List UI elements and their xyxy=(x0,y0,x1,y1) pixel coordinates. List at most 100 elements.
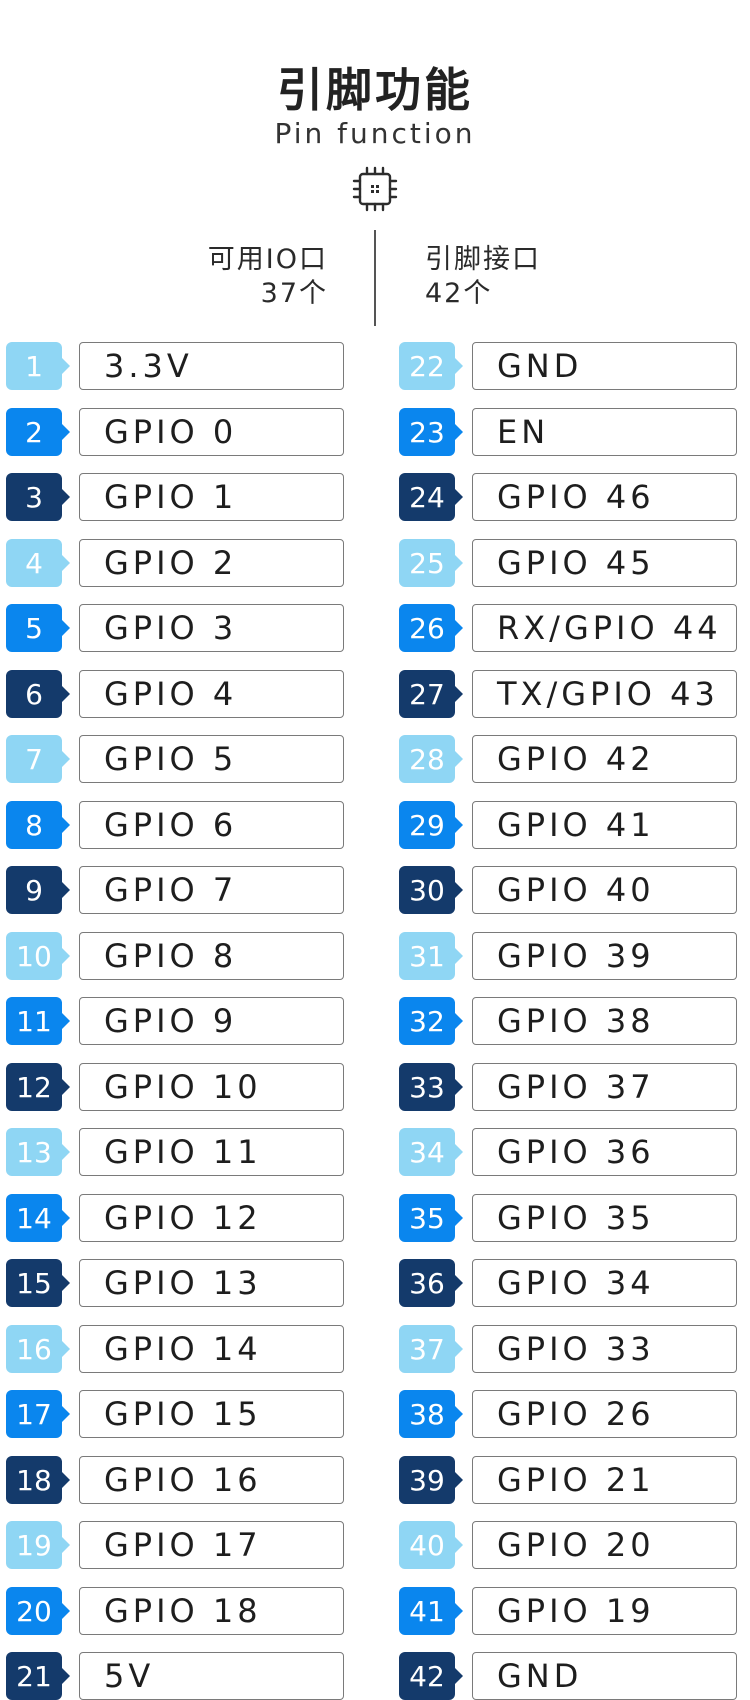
pin-interface-count: 42个 xyxy=(425,278,493,309)
pin-function-label: GPIO 45 xyxy=(472,539,737,587)
pin-row: 30 GPIO 40 xyxy=(399,866,741,914)
pin-function-label: GPIO 8 xyxy=(79,932,344,980)
pin-function-label: GPIO 26 xyxy=(472,1390,737,1438)
pin-row: 12 GPIO 10 xyxy=(6,1063,348,1111)
pin-row: 23 EN xyxy=(399,408,741,456)
pin-number-badge: 5 xyxy=(6,604,70,652)
pin-row: 28 GPIO 42 xyxy=(399,735,741,783)
pin-row: 42 GND xyxy=(399,1652,741,1700)
pin-number-badge: 10 xyxy=(6,932,70,980)
pin-number-badge: 15 xyxy=(6,1259,70,1307)
pin-row: 25 GPIO 45 xyxy=(399,539,741,587)
pin-row: 41 GPIO 19 xyxy=(399,1587,741,1635)
pin-function-label: GPIO 40 xyxy=(472,866,737,914)
pin-function-label: GPIO 0 xyxy=(79,408,344,456)
pin-number-badge: 8 xyxy=(6,801,70,849)
pin-row: 31 GPIO 39 xyxy=(399,932,741,980)
pin-number-badge: 21 xyxy=(6,1652,70,1700)
available-io-stat: 可用IO口 37个 xyxy=(208,243,328,311)
pin-function-label: GPIO 6 xyxy=(79,801,344,849)
pin-function-label: GPIO 12 xyxy=(79,1194,344,1242)
page-title: 引脚功能 xyxy=(277,63,473,117)
pin-row: 38 GPIO 26 xyxy=(399,1390,741,1438)
pin-row: 3 GPIO 1 xyxy=(6,473,348,521)
pin-row: 26 RX/GPIO 44 xyxy=(399,604,741,652)
pin-function-label: GPIO 13 xyxy=(79,1259,344,1307)
pin-function-label: GPIO 33 xyxy=(472,1325,737,1373)
pin-row: 29 GPIO 41 xyxy=(399,801,741,849)
pin-function-label: GPIO 36 xyxy=(472,1128,737,1176)
pin-row: 36 GPIO 34 xyxy=(399,1259,741,1307)
pin-function-label: GPIO 5 xyxy=(79,735,344,783)
pin-number-badge: 26 xyxy=(399,604,463,652)
pin-number-badge: 9 xyxy=(6,866,70,914)
pin-number-badge: 25 xyxy=(399,539,463,587)
pin-number-badge: 34 xyxy=(399,1128,463,1176)
pin-function-label: 5V xyxy=(79,1652,344,1700)
pin-row: 2 GPIO 0 xyxy=(6,408,348,456)
pin-number-badge: 35 xyxy=(399,1194,463,1242)
pin-row: 24 GPIO 46 xyxy=(399,473,741,521)
pin-number-badge: 13 xyxy=(6,1128,70,1176)
pin-number-badge: 36 xyxy=(399,1259,463,1307)
pin-row: 19 GPIO 17 xyxy=(6,1521,348,1569)
pin-number-badge: 4 xyxy=(6,539,70,587)
pin-number-badge: 23 xyxy=(399,408,463,456)
pin-function-label: GPIO 17 xyxy=(79,1521,344,1569)
pin-row: 21 5V xyxy=(6,1652,348,1700)
pin-row: 15 GPIO 13 xyxy=(6,1259,348,1307)
pin-row: 7 GPIO 5 xyxy=(6,735,348,783)
pin-row: 22 GND xyxy=(399,342,741,390)
pin-number-badge: 33 xyxy=(399,1063,463,1111)
pin-function-label: GPIO 4 xyxy=(79,670,344,718)
pin-number-badge: 7 xyxy=(6,735,70,783)
pin-function-label: GPIO 46 xyxy=(472,473,737,521)
pin-number-badge: 1 xyxy=(6,342,70,390)
pin-number-badge: 38 xyxy=(399,1390,463,1438)
pin-number-badge: 31 xyxy=(399,932,463,980)
pin-row: 16 GPIO 14 xyxy=(6,1325,348,1373)
pin-row: 10 GPIO 8 xyxy=(6,932,348,980)
pin-function-label: GPIO 41 xyxy=(472,801,737,849)
pin-row: 27 TX/GPIO 43 xyxy=(399,670,741,718)
pin-function-label: GPIO 7 xyxy=(79,866,344,914)
pin-number-badge: 20 xyxy=(6,1587,70,1635)
pin-number-badge: 37 xyxy=(399,1325,463,1373)
pin-number-badge: 42 xyxy=(399,1652,463,1700)
pin-number-badge: 40 xyxy=(399,1521,463,1569)
page-subtitle: Pin function xyxy=(274,117,476,150)
pin-number-badge: 14 xyxy=(6,1194,70,1242)
pin-number-badge: 18 xyxy=(6,1456,70,1504)
pin-function-label: GPIO 11 xyxy=(79,1128,344,1176)
available-io-count: 37个 xyxy=(260,278,328,309)
pin-interface-label: 引脚接口 xyxy=(425,244,541,275)
pin-function-label: GPIO 10 xyxy=(79,1063,344,1111)
pin-row: 37 GPIO 33 xyxy=(399,1325,741,1373)
pin-row: 34 GPIO 36 xyxy=(399,1128,741,1176)
pin-number-badge: 22 xyxy=(399,342,463,390)
pin-row: 20 GPIO 18 xyxy=(6,1587,348,1635)
pin-function-label: GPIO 38 xyxy=(472,997,737,1045)
pin-row: 13 GPIO 11 xyxy=(6,1128,348,1176)
pin-function-label: GPIO 34 xyxy=(472,1259,737,1307)
pin-row: 6 GPIO 4 xyxy=(6,670,348,718)
pin-number-badge: 24 xyxy=(399,473,463,521)
pin-row: 18 GPIO 16 xyxy=(6,1456,348,1504)
pin-function-label: RX/GPIO 44 xyxy=(472,604,737,652)
pin-function-label: GPIO 35 xyxy=(472,1194,737,1242)
pin-number-badge: 11 xyxy=(6,997,70,1045)
pin-number-badge: 16 xyxy=(6,1325,70,1373)
pin-number-badge: 19 xyxy=(6,1521,70,1569)
pin-number-badge: 6 xyxy=(6,670,70,718)
pin-row: 17 GPIO 15 xyxy=(6,1390,348,1438)
pin-number-badge: 30 xyxy=(399,866,463,914)
pin-function-label: 3.3V xyxy=(79,342,344,390)
chip-icon xyxy=(352,166,398,212)
pin-number-badge: 29 xyxy=(399,801,463,849)
pin-function-label: GPIO 15 xyxy=(79,1390,344,1438)
pin-function-label: GPIO 18 xyxy=(79,1587,344,1635)
pin-function-label: GPIO 21 xyxy=(472,1456,737,1504)
pin-function-label: GPIO 20 xyxy=(472,1521,737,1569)
pin-function-label: GPIO 19 xyxy=(472,1587,737,1635)
pin-function-label: GPIO 37 xyxy=(472,1063,737,1111)
